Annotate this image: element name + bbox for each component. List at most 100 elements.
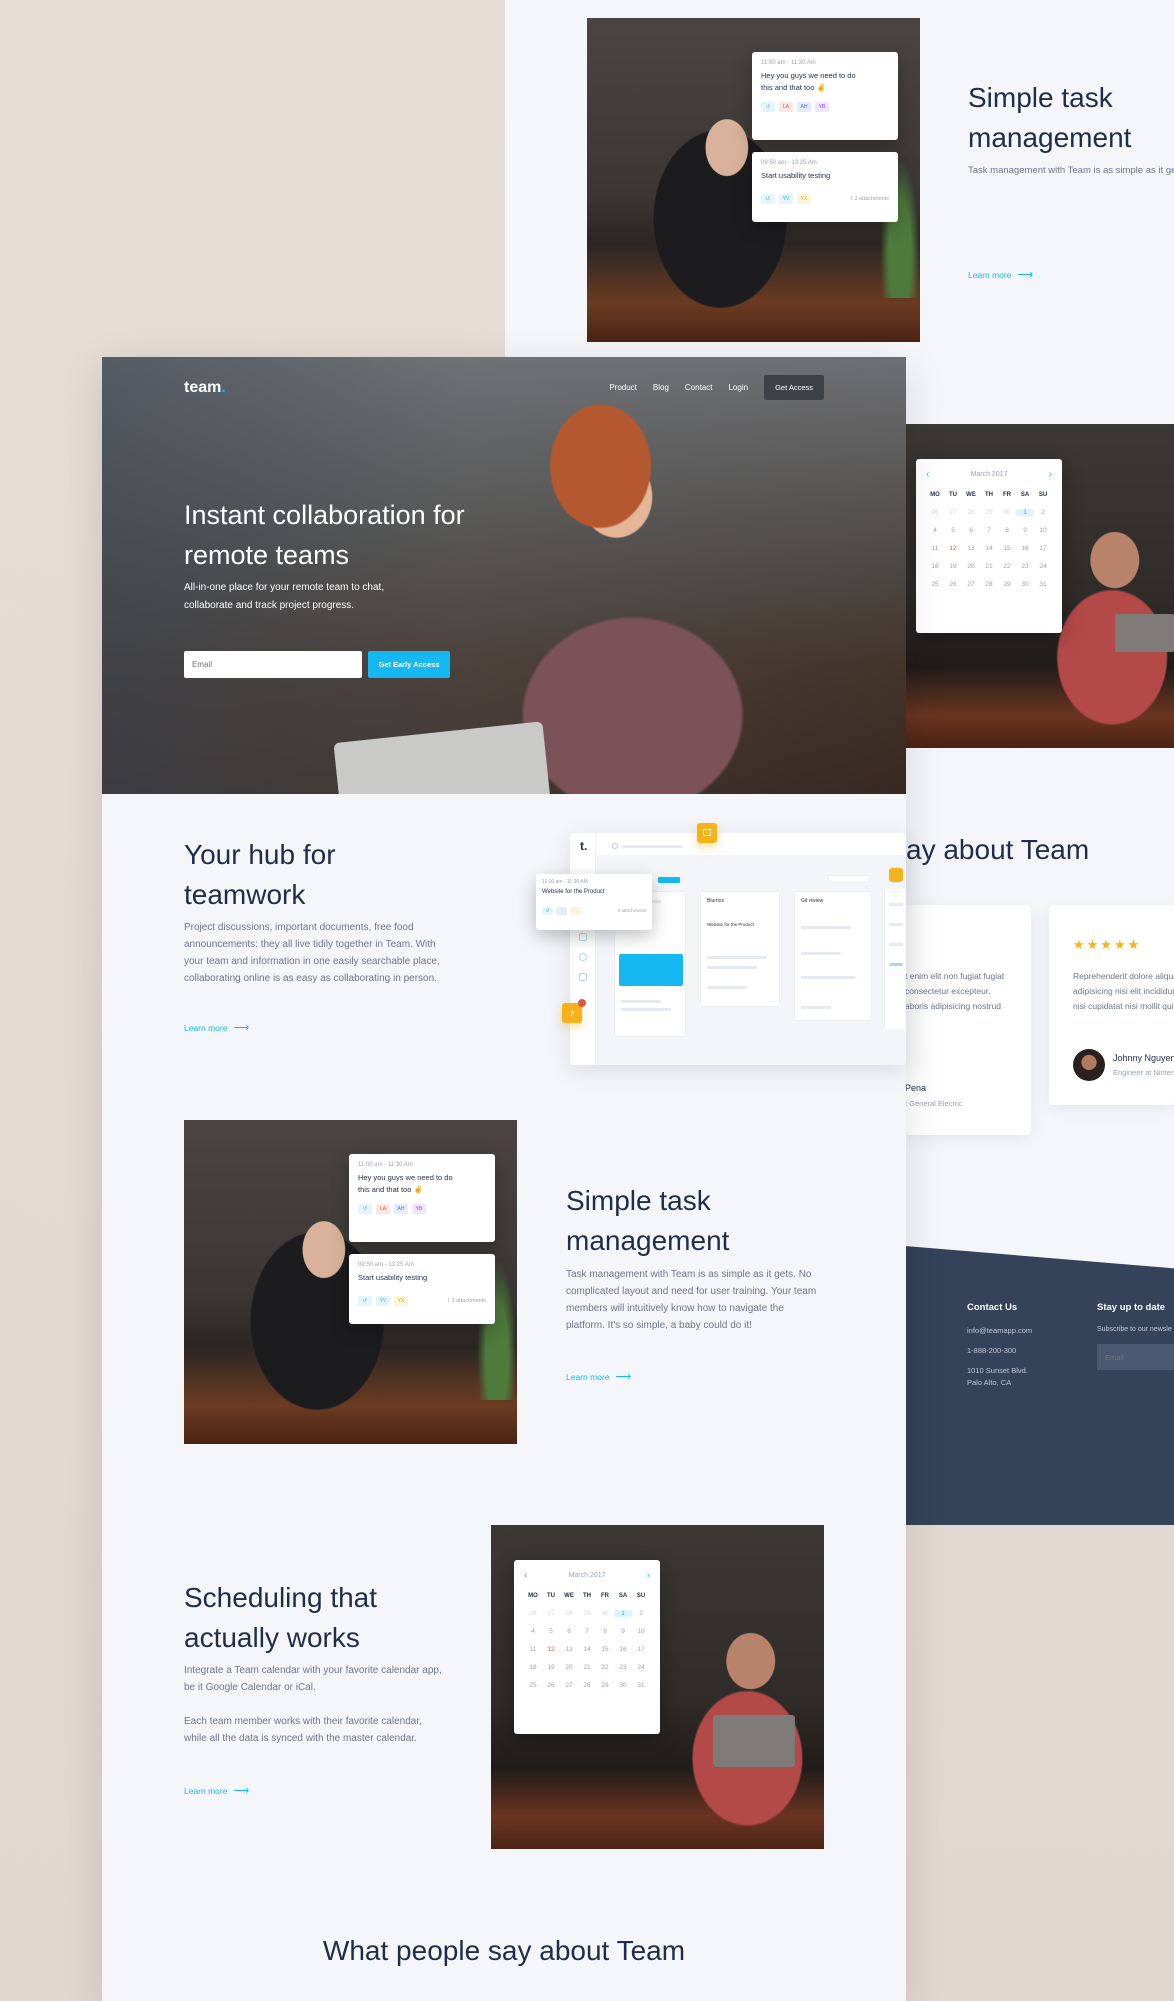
popup-title: Website for the Product (542, 889, 605, 895)
kanban-column: Git review (794, 891, 872, 1021)
user-chip: LA (779, 102, 793, 112)
column-title: Blurrios (707, 898, 724, 904)
calendar-grid: MO TU WE TH FR SA SU 26 27 28 29 30 1 2 4 5 6 7 8 9 10 11 1… (930, 492, 1048, 588)
task-time: 09:50 am - 13:25 Am (358, 1262, 414, 1268)
notification-bell-icon[interactable]: ♪ (562, 999, 586, 1023)
app-sidebar (570, 833, 596, 1065)
next-month-icon[interactable]: › (647, 1570, 650, 1581)
prev-month-icon[interactable]: ‹ (926, 469, 929, 480)
hub-title: Your hub for teamwork (184, 839, 336, 910)
calendar-sidepanel (884, 889, 906, 1029)
footer-address-line1: 1010 Sunset Blvd. (967, 1366, 1028, 1375)
task-title-back: Simple task management (968, 82, 1132, 153)
laptop-shape (713, 1715, 795, 1767)
calendar-month: March 2017 (970, 471, 1008, 478)
user-chip: YX (797, 194, 811, 204)
view-toggle[interactable] (828, 875, 870, 883)
kanban-card-active[interactable] (619, 954, 683, 986)
schedule-body-1: Integrate a Team calendar with your favo… (184, 1665, 442, 1693)
task-card-2: 09:50 am - 13:25 Am Start usability test… (349, 1254, 495, 1324)
task-time: 11:00 am - 11:30 Am (761, 60, 816, 66)
reply-icon: ↺ (761, 194, 775, 204)
user-chip: YB (815, 102, 829, 112)
footer-email[interactable]: info@teamapp.com (967, 1326, 1032, 1335)
nav-link-blog[interactable]: Blog (653, 383, 669, 392)
user-chip (556, 907, 567, 915)
arrow-right-icon: ⟶ (233, 1022, 250, 1034)
user-chip (570, 907, 581, 915)
nav-icon (579, 973, 587, 981)
arrow-right-icon: ⟶ (233, 1785, 250, 1797)
schedule-body-2: Each team member works with their favori… (184, 1716, 422, 1744)
task-photo: 11:00 am - 11:30 Am Hey you guys we need… (184, 1120, 517, 1444)
email-input[interactable] (184, 651, 362, 678)
nav-icon (579, 933, 587, 941)
star-rating-icon: ★★★★★ (1073, 937, 1142, 952)
footer-address-line2: Palo Alto, CA (967, 1378, 1012, 1387)
user-chip: AH (797, 102, 811, 112)
popup-time: 11:00 am - 11:30 AM (542, 879, 588, 885)
next-month-icon[interactable]: › (1049, 469, 1052, 480)
learn-more-link[interactable]: Learn more ⟶ (968, 268, 1033, 281)
testimonial-text: Reprehenderit dolore aliqua adipisicing … (1073, 971, 1174, 1011)
front-page: team. Product Blog Contact Login Get Acc… (102, 357, 906, 2001)
user-chip: AH (394, 1204, 408, 1214)
user-chip: LA (376, 1204, 390, 1214)
task-card-2: 09:50 am - 13:25 Am Start usability test… (752, 152, 898, 222)
schedule-title: Scheduling that actually works (184, 1582, 378, 1653)
nav-link-contact[interactable]: Contact (685, 383, 713, 392)
column-title: Git review (801, 898, 824, 904)
testimonial-card: ★★★★★ Reprehenderit dolore aliqua adipis… (1049, 905, 1174, 1105)
user-chip: YB (412, 1204, 426, 1214)
hub-body: Project discussions, important documents… (184, 922, 440, 984)
calendar-grid: MO TU WE TH FR SA SU 26 27 28 29 30 1 2 4 5 6 7 8 9 10 11 1… (528, 1593, 646, 1689)
app-mockup: t. Blurrios Website for the Product Git … (570, 833, 906, 1065)
notification-dot (578, 999, 586, 1007)
learn-more-link[interactable]: Learn more ⟶ (184, 1021, 249, 1034)
hero-title: Instant collaboration for remote teams (184, 500, 465, 570)
nav-link-login[interactable]: Login (728, 383, 748, 392)
prev-month-icon[interactable]: ‹ (524, 1570, 527, 1581)
learn-more-link[interactable]: Learn more ⟶ (184, 1784, 249, 1797)
nav-icon (579, 953, 587, 961)
chat-badge-icon (889, 868, 903, 882)
logo[interactable]: team. (184, 379, 226, 397)
avatar (1073, 1049, 1105, 1081)
task-body: Task management with Team is as simple a… (566, 1269, 817, 1331)
testimonial-card: t enim elit non fugiat fugiat consectetu… (905, 905, 1031, 1135)
reply-icon: ↺ (542, 907, 553, 915)
learn-more-link[interactable]: Learn more ⟶ (566, 1370, 631, 1383)
footer: Contact Us info@teamapp.com 1-888-200-30… (905, 1246, 1174, 1525)
schedule-photo: ‹ March 2017 › MO TU WE TH FR SA SU 26 27 28 29 30… (491, 1525, 824, 1849)
app-popup-card: 11:00 am - 11:30 AM Website for the Prod… (536, 874, 652, 930)
user-chip: YV (779, 194, 793, 204)
task-message: Start usability testing (358, 1273, 428, 1282)
footer-email-input[interactable] (1097, 1344, 1174, 1370)
nav-link-product[interactable]: Product (609, 383, 637, 392)
laptop-shape (1115, 614, 1174, 652)
calendar-badge-icon (697, 823, 717, 843)
get-access-button[interactable]: Get Access (764, 375, 824, 400)
hero-section: team. Product Blog Contact Login Get Acc… (102, 357, 906, 794)
calendar-widget: ‹ March 2017 › MO TU WE TH FR SA SU 26 27 28 29 30… (916, 459, 1062, 633)
testimonials-title: What people say about Team (322, 1935, 686, 1966)
paperclip-icon: ⌇ (447, 1298, 450, 1304)
user-chip: YX (394, 1296, 408, 1306)
get-early-access-button[interactable]: Get Early Access (368, 651, 450, 678)
testimonial-name: Johnny Nguyen (1113, 1053, 1174, 1063)
top-nav: team. Product Blog Contact Login Get Acc… (184, 375, 824, 400)
testimonial-name: Pena (905, 1083, 927, 1093)
arrow-right-icon: ⟶ (615, 1371, 632, 1383)
reply-icon: ↺ (761, 102, 775, 112)
calendar-month: March 2017 (568, 1572, 606, 1579)
task-photo: 11:00 am - 11:30 Am Hey you guys we need… (587, 18, 920, 342)
new-button[interactable] (658, 877, 680, 883)
attachments-label: ⌇ 3 attachments (447, 1298, 486, 1304)
calendar-widget: ‹ March 2017 › MO TU WE TH FR SA SU 26 27 28 29 30… (514, 1560, 660, 1734)
footer-phone: 1-888-200-300 (967, 1346, 1017, 1355)
reply-icon: ↺ (358, 1296, 372, 1306)
reply-icon: ↺ (358, 1204, 372, 1214)
arrow-right-icon: ⟶ (1017, 269, 1034, 281)
search-icon[interactable] (612, 843, 618, 849)
task-time: 09:50 am - 13:25 Am (761, 160, 817, 166)
